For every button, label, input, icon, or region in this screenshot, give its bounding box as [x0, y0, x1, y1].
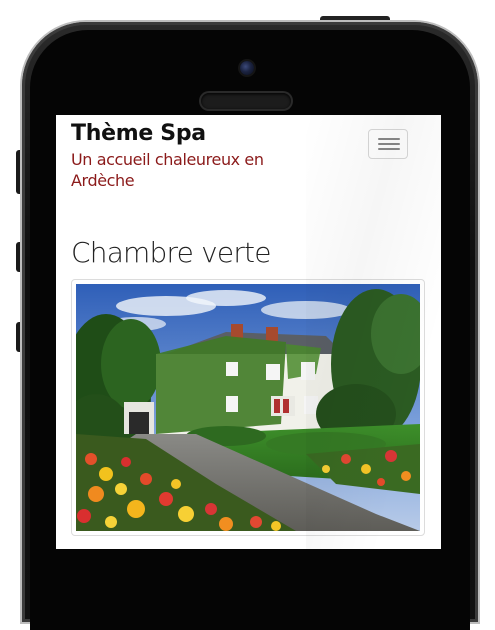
- room-photo-frame: [71, 279, 425, 536]
- phone-screen: Thème Spa Un accueil chaleureux en Ardèc…: [56, 115, 441, 549]
- phone-mockup: Thème Spa Un accueil chaleureux en Ardèc…: [0, 0, 495, 630]
- site-branding[interactable]: Thème Spa Un accueil chaleureux en Ardèc…: [71, 119, 311, 191]
- room-photo[interactable]: [76, 284, 420, 531]
- page-title: Chambre verte: [71, 236, 271, 269]
- site-tagline: Un accueil chaleureux en Ardèche: [71, 150, 264, 190]
- menu-toggle-button[interactable]: [368, 129, 408, 159]
- site-title[interactable]: Thème Spa: [71, 119, 311, 149]
- earpiece-speaker: [201, 93, 291, 109]
- front-camera-icon: [240, 61, 254, 75]
